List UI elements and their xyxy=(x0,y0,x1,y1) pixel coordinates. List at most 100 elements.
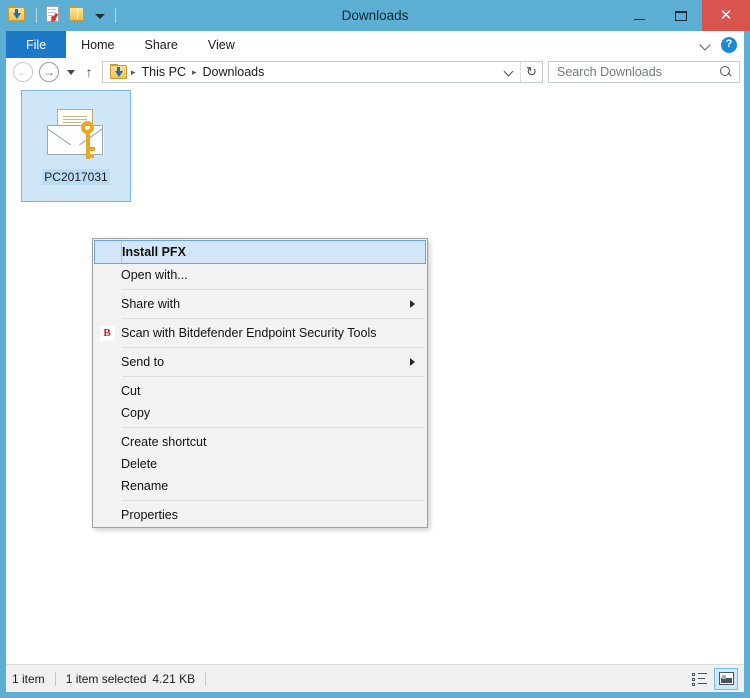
downloads-folder-icon-small xyxy=(110,64,128,80)
search-input[interactable] xyxy=(555,64,720,80)
menu-item-icon-slot xyxy=(93,351,121,373)
new-folder-icon[interactable] xyxy=(69,5,89,26)
details-view-icon xyxy=(691,672,707,686)
back-icon: ← xyxy=(13,62,33,82)
customize-quick-access-dropdown-icon[interactable] xyxy=(93,9,107,23)
submenu-arrow-icon xyxy=(410,300,415,308)
search-icon[interactable] xyxy=(720,65,733,79)
menu-item-label: Scan with Bitdefender Endpoint Security … xyxy=(121,326,377,340)
quick-access-toolbar xyxy=(0,0,120,31)
chevron-down-icon xyxy=(67,69,75,75)
context-menu-item-cut[interactable]: Cut xyxy=(93,380,427,402)
tab-home[interactable]: Home xyxy=(66,31,129,58)
file-list-area[interactable]: PC2017031 Install PFX Open with... Share… xyxy=(6,86,744,664)
status-size: 4.21 KB xyxy=(152,671,196,686)
menu-item-label: Rename xyxy=(121,479,169,493)
ribbon-tab-bar: File Home Share View ? xyxy=(6,31,744,58)
status-divider-2 xyxy=(205,671,207,686)
menu-item-icon-slot xyxy=(93,431,121,453)
menu-item-icon-slot xyxy=(93,475,121,497)
tab-share[interactable]: Share xyxy=(130,31,193,58)
menu-item-icon-slot xyxy=(93,402,121,424)
menu-item-label: Delete xyxy=(121,457,158,471)
pfx-certificate-icon xyxy=(45,109,107,161)
menu-item-label: Properties xyxy=(121,508,178,522)
menu-separator xyxy=(122,500,425,501)
forward-button[interactable]: → xyxy=(36,59,62,85)
breadcrumb-downloads[interactable]: Downloads xyxy=(198,65,270,79)
menu-item-icon-slot xyxy=(93,504,121,526)
file-name-label: PC2017031 xyxy=(42,169,110,185)
context-menu-item-copy[interactable]: Copy xyxy=(93,402,427,424)
window-controls: ✕ xyxy=(618,0,750,31)
menu-item-icon-slot xyxy=(95,241,122,263)
menu-item-label: Cut xyxy=(121,384,141,398)
context-menu: Install PFX Open with... Share with B Sc… xyxy=(92,238,428,528)
view-buttons xyxy=(687,667,738,690)
menu-separator xyxy=(122,427,425,428)
menu-item-label: Install PFX xyxy=(122,245,186,259)
forward-icon: → xyxy=(39,62,59,82)
context-menu-item-rename[interactable]: Rename xyxy=(93,475,427,497)
breadcrumb: ▸ This PC ▸ Downloads xyxy=(103,64,500,80)
context-menu-item-install-pfx[interactable]: Install PFX xyxy=(94,240,426,264)
large-icons-view-icon xyxy=(718,672,734,685)
close-button[interactable]: ✕ xyxy=(702,0,750,31)
menu-item-icon-slot: B xyxy=(93,322,121,344)
menu-item-label: Open with... xyxy=(121,268,188,282)
breadcrumb-this-pc[interactable]: This PC xyxy=(137,65,191,79)
chevron-down-icon xyxy=(505,67,515,77)
status-item-count: 1 item xyxy=(12,671,45,686)
menu-separator xyxy=(122,347,425,348)
maximize-button[interactable] xyxy=(660,0,702,31)
menu-item-icon-slot xyxy=(93,453,121,475)
toolbar-divider xyxy=(36,8,37,23)
context-menu-item-open-with[interactable]: Open with... xyxy=(93,264,427,286)
downloads-folder-icon[interactable] xyxy=(8,5,28,26)
submenu-arrow-icon xyxy=(410,358,415,366)
status-selection: 1 item selected xyxy=(65,671,147,686)
context-menu-item-properties[interactable]: Properties xyxy=(93,504,427,526)
menu-item-icon-slot xyxy=(93,293,121,315)
bitdefender-icon: B xyxy=(99,325,115,341)
context-menu-item-share-with[interactable]: Share with xyxy=(93,293,427,315)
menu-separator xyxy=(122,376,425,377)
tab-file[interactable]: File xyxy=(6,31,67,58)
details-view-button[interactable] xyxy=(687,668,711,690)
context-menu-item-send-to[interactable]: Send to xyxy=(93,351,427,373)
minimize-icon xyxy=(633,18,645,20)
close-icon: ✕ xyxy=(719,7,733,24)
up-arrow-icon: ↑ xyxy=(85,64,93,80)
menu-item-label: Copy xyxy=(121,406,151,420)
menu-separator xyxy=(122,289,425,290)
toolbar-divider-2 xyxy=(115,8,116,23)
refresh-button[interactable]: ↻ xyxy=(520,62,542,82)
menu-separator xyxy=(122,318,425,319)
context-menu-item-create-shortcut[interactable]: Create shortcut xyxy=(93,431,427,453)
address-dropdown-button[interactable] xyxy=(500,62,520,82)
chevron-down-icon[interactable] xyxy=(700,39,712,51)
back-arrow-glyph: ← xyxy=(17,64,29,79)
recent-locations-button[interactable] xyxy=(62,59,80,85)
back-button[interactable]: ← xyxy=(10,59,36,85)
context-menu-item-scan-with-bitdefender[interactable]: B Scan with Bitdefender Endpoint Securit… xyxy=(93,322,427,344)
forward-arrow-glyph: → xyxy=(43,64,55,79)
menu-item-label: Create shortcut xyxy=(121,435,207,449)
minimize-button[interactable] xyxy=(618,0,660,31)
search-box[interactable] xyxy=(548,61,740,83)
address-bar: ← → ↑ ▸ This PC ▸ Downloads ↻ Search Dow… xyxy=(6,58,744,86)
menu-item-icon-slot xyxy=(93,380,121,402)
breadcrumb-bar[interactable]: ▸ This PC ▸ Downloads ↻ xyxy=(102,61,543,83)
up-button[interactable]: ↑ xyxy=(80,59,98,85)
properties-icon[interactable] xyxy=(45,5,65,26)
menu-item-label: Share with xyxy=(121,297,181,311)
file-explorer-window: Downloads ✕ File Home Share View ? ← → ↑… xyxy=(0,0,750,698)
menu-item-icon-slot xyxy=(93,264,121,286)
large-icons-view-button[interactable] xyxy=(714,667,738,690)
context-menu-item-delete[interactable]: Delete xyxy=(93,453,427,475)
status-bar: 1 item 1 item selected 4.21 KB xyxy=(6,664,744,692)
help-icon[interactable]: ? xyxy=(721,36,737,53)
file-item[interactable]: PC2017031 xyxy=(21,90,131,202)
menu-item-label: Send to xyxy=(121,355,165,369)
tab-view[interactable]: View xyxy=(193,31,250,58)
